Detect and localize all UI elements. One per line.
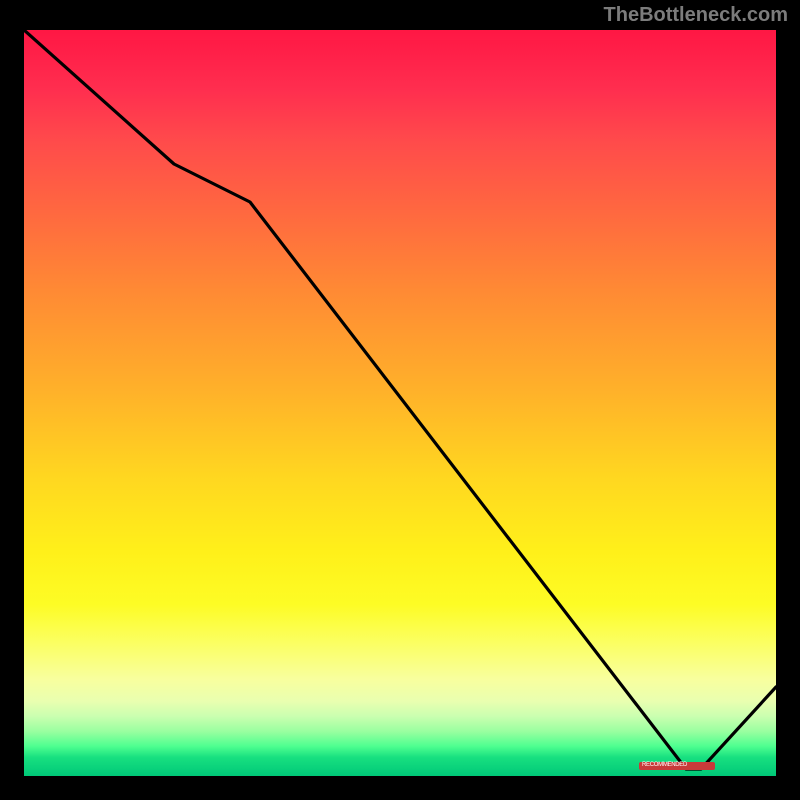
frame-bottom xyxy=(0,776,800,800)
frame-right xyxy=(776,0,800,800)
frame-left xyxy=(0,0,24,800)
plot-area: RECOMMENDED xyxy=(24,30,776,776)
recommended-band-label: RECOMMENDED xyxy=(642,762,687,768)
bottleneck-curve-path xyxy=(24,30,776,769)
curve-svg xyxy=(24,30,776,776)
chart-root: RECOMMENDED TheBottleneck.com xyxy=(0,0,800,800)
attribution-text: TheBottleneck.com xyxy=(604,4,788,27)
